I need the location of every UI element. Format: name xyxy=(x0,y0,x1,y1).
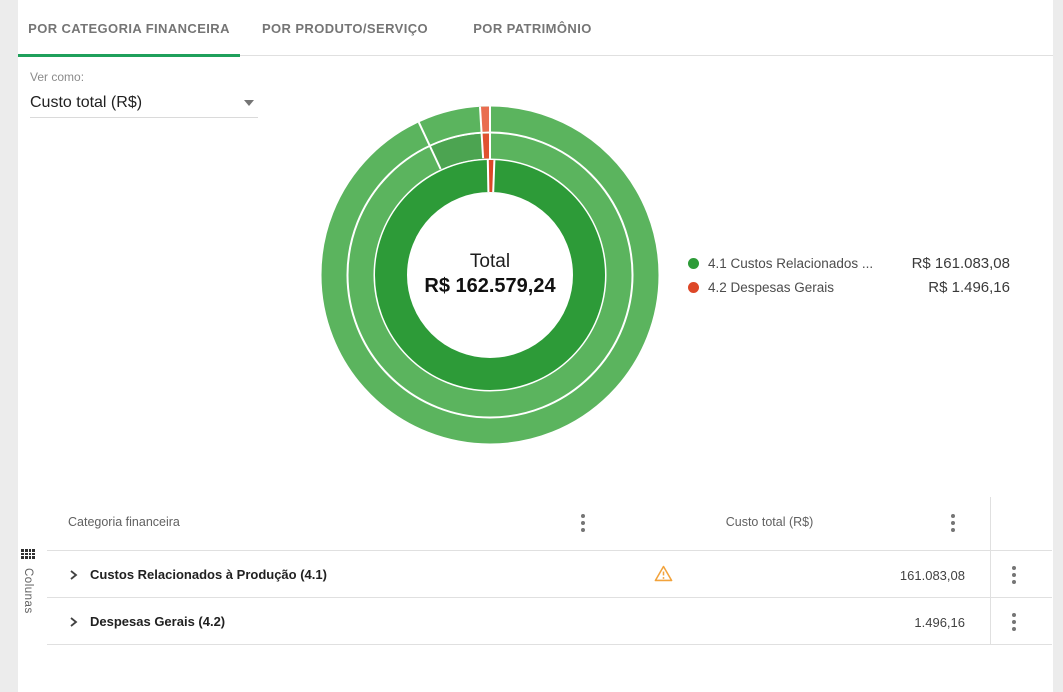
dashboard-screen: POR CATEGORIA FINANCEIRA POR PRODUTO/SER… xyxy=(0,0,1063,692)
legend-value: R$ 161.083,08 xyxy=(912,255,1010,272)
row-category-name: Custos Relacionados à Produção (4.1) xyxy=(90,567,327,582)
expand-chevron-icon[interactable] xyxy=(67,615,79,633)
expand-chevron-icon[interactable] xyxy=(67,568,79,586)
right-margin-strip xyxy=(1053,0,1063,692)
row-category-name: Despesas Gerais (4.2) xyxy=(90,614,225,629)
legend-item-4-1[interactable]: 4.1 Custos Relacionados ... R$ 161.083,0… xyxy=(688,251,1010,275)
tab-por-produto-servico[interactable]: POR PRODUTO/SERVIÇO xyxy=(240,0,450,56)
active-tab-indicator xyxy=(18,54,240,57)
tab-por-categoria-financeira[interactable]: POR CATEGORIA FINANCEIRA xyxy=(18,0,240,56)
donut-center-total: Total R$ 162.579,24 xyxy=(390,250,590,299)
view-as-control: Ver como: Custo total (R$) xyxy=(30,70,258,118)
donut-total-value: R$ 162.579,24 xyxy=(390,274,590,299)
donut-total-label: Total xyxy=(390,250,590,274)
tab-bar: POR CATEGORIA FINANCEIRA POR PRODUTO/SER… xyxy=(18,0,1053,56)
legend-label: 4.2 Despesas Gerais xyxy=(708,280,834,295)
left-margin-strip xyxy=(0,0,18,692)
view-as-select[interactable]: Custo total (R$) xyxy=(30,88,258,118)
warning-icon[interactable] xyxy=(654,565,673,587)
legend-dot-red xyxy=(688,282,699,293)
table-row[interactable]: Despesas Gerais (4.2) 1.496,16 xyxy=(47,598,1052,645)
legend-item-4-2[interactable]: 4.2 Despesas Gerais R$ 1.496,16 xyxy=(688,275,1010,299)
row-menu-icon[interactable] xyxy=(1010,563,1018,587)
chart-legend: 4.1 Custos Relacionados ... R$ 161.083,0… xyxy=(688,251,1010,299)
columns-grid-icon[interactable] xyxy=(21,549,34,559)
view-as-selected-value: Custo total (R$) xyxy=(30,94,244,112)
view-as-label: Ver como: xyxy=(30,70,258,84)
legend-dot-green xyxy=(688,258,699,269)
tab-por-patrimonio[interactable]: POR PATRIMÔNIO xyxy=(450,0,615,56)
chevron-down-icon xyxy=(244,100,254,106)
category-table: Categoria financeira Custo total (R$) Cu… xyxy=(47,497,1052,645)
columns-panel-label[interactable]: Colunas xyxy=(22,568,34,614)
row-cost-value: 1.496,16 xyxy=(914,615,965,630)
table-header-row: Categoria financeira Custo total (R$) xyxy=(47,497,1052,551)
row-menu-icon[interactable] xyxy=(1010,610,1018,634)
column-menu-icon[interactable] xyxy=(579,511,587,535)
columns-side-panel: Colunas xyxy=(19,549,37,613)
row-cost-value: 161.083,08 xyxy=(900,568,965,583)
legend-value: R$ 1.496,16 xyxy=(928,279,1010,296)
column-header-custo-total: Custo total (R$) xyxy=(647,515,892,529)
column-menu-icon[interactable] xyxy=(949,511,957,535)
table-row[interactable]: Custos Relacionados à Produção (4.1) 161… xyxy=(47,551,1052,598)
column-header-categoria: Categoria financeira xyxy=(68,515,180,529)
legend-label: 4.1 Custos Relacionados ... xyxy=(708,256,873,271)
